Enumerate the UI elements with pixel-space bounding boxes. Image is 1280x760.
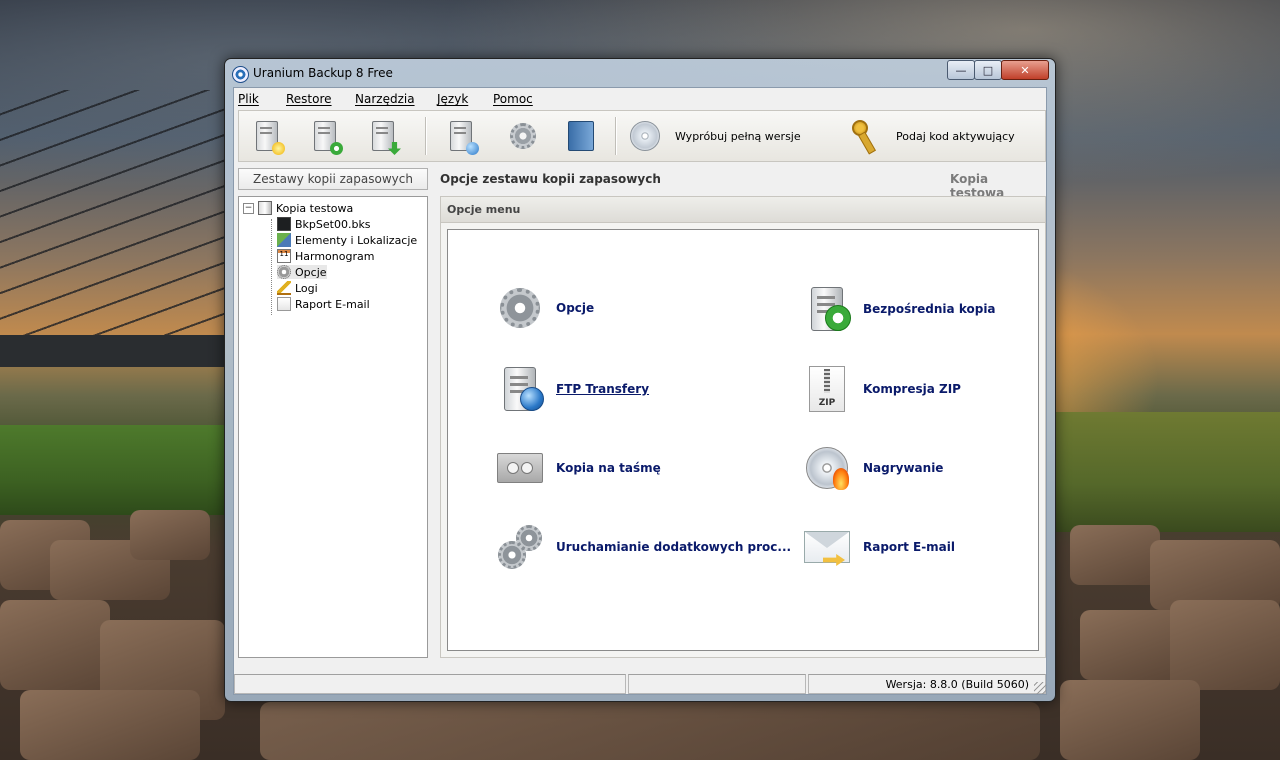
options-menu-header-label: Opcje menu [447, 203, 521, 216]
resize-grip-icon[interactable] [1034, 682, 1046, 694]
cd-icon [630, 121, 660, 151]
close-button[interactable]: ✕ [1001, 60, 1049, 80]
new-backup-icon [256, 121, 285, 155]
tree-item-email-report[interactable]: Raport E-mail [277, 297, 370, 311]
maximize-icon: □ [982, 63, 994, 77]
option-zip-compression[interactable]: ZIP Kompresja ZIP [803, 365, 961, 413]
app-window: Uranium Backup 8 Free — □ ✕ Plik Restore… [224, 58, 1056, 702]
status-panel-version: Wersja: 8.8.0 (Build 5060) [808, 674, 1046, 694]
panel-title: Opcje zestawu kopii zapasowych [440, 172, 661, 186]
ftp-button[interactable] [443, 119, 479, 155]
tree-root-node[interactable]: − Kopia testowa [243, 201, 353, 215]
option-burning[interactable]: Nagrywanie [803, 444, 943, 492]
book-icon [568, 121, 594, 151]
backup-sets-tree[interactable]: − Kopia testowa BkpSet00.bks Elementy i … [238, 196, 428, 658]
menu-language[interactable]: Język [437, 92, 468, 106]
pencil-icon [277, 281, 291, 295]
run-backup-button[interactable] [307, 119, 343, 155]
key-icon [852, 120, 882, 152]
option-email-report[interactable]: Raport E-mail [803, 523, 955, 571]
envelope-icon [804, 531, 850, 566]
toolbar: Wypróbuj pełną wersje Podaj kod aktywują… [238, 110, 1046, 162]
option-label: Nagrywanie [863, 461, 944, 475]
tree-connector [271, 219, 273, 315]
collapse-icon[interactable]: − [243, 202, 254, 214]
toolbar-separator [425, 117, 427, 155]
option-label: Bezpośrednia kopia [863, 302, 996, 316]
gear-icon [277, 265, 291, 279]
tree-item-label: Raport E-mail [295, 297, 370, 311]
file-icon [277, 217, 291, 231]
gear-icon [510, 123, 536, 149]
option-label: Opcje [556, 301, 595, 315]
maximize-button[interactable]: □ [974, 60, 1002, 80]
run-backup-icon [314, 121, 343, 155]
settings-button[interactable] [505, 119, 541, 153]
backup-set-icon [258, 201, 272, 215]
options-menu-header: Opcje menu [440, 196, 1046, 224]
envelope-icon [277, 297, 291, 311]
options-frame: Opcje Bezpośrednia kopia FTP Transfery Z… [440, 222, 1046, 658]
status-panel-2 [628, 674, 806, 694]
option-label: Uruchamianie dodatkowych proc... [556, 540, 792, 554]
option-direct-copy[interactable]: Bezpośrednia kopia [803, 285, 996, 333]
elements-icon [277, 233, 291, 247]
option-label: Raport E-mail [863, 540, 956, 554]
option-settings[interactable]: Opcje [496, 284, 594, 332]
minimize-icon: — [955, 63, 967, 77]
window-title: Uranium Backup 8 Free [253, 66, 393, 80]
help-book-button[interactable] [563, 119, 599, 153]
tree-item-logs[interactable]: Logi [277, 281, 318, 295]
option-extra-processes[interactable]: Uruchamianie dodatkowych proc... [496, 523, 791, 571]
tape-icon [497, 453, 543, 483]
restore-button[interactable] [365, 119, 401, 155]
restore-icon [372, 121, 401, 155]
close-icon: ✕ [1020, 63, 1030, 77]
option-label: Kopia na taśmę [556, 461, 661, 475]
menu-help[interactable]: Pomoc [493, 92, 533, 106]
option-label: FTP Transfery [556, 382, 650, 396]
tree-item-bks[interactable]: BkpSet00.bks [277, 217, 371, 231]
options-area: Opcje Bezpośrednia kopia FTP Transfery Z… [447, 229, 1039, 651]
calendar-icon: 11 [277, 249, 291, 263]
version-text: Wersja: 8.8.0 (Build 5060) [885, 678, 1029, 691]
title-bar[interactable]: Uranium Backup 8 Free — □ ✕ [225, 59, 1055, 87]
burn-disc-icon [803, 444, 851, 492]
client-area: Plik Restore Narzędzia Język Pomoc Wypró… [233, 87, 1047, 695]
new-backup-button[interactable] [249, 119, 285, 155]
ftp-server-icon [450, 121, 479, 155]
option-ftp-transfers[interactable]: FTP Transfery [496, 365, 649, 413]
tree-item-label: Opcje [295, 265, 327, 279]
backup-sets-header: Zestawy kopii zapasowych [238, 168, 428, 190]
ftp-icon [496, 365, 544, 413]
gear-icon [500, 288, 540, 328]
gears-icon [496, 523, 544, 571]
tree-item-label: Elementy i Lokalizacje [295, 233, 418, 247]
toolbar-separator [615, 117, 617, 155]
activation-code-button[interactable] [849, 119, 885, 153]
option-label: Kompresja ZIP [863, 382, 961, 396]
tree-item-elements[interactable]: Elementy i Lokalizacje [277, 233, 417, 247]
try-full-version-label[interactable]: Wypróbuj pełną wersje [675, 130, 801, 143]
option-tape-backup[interactable]: Kopia na taśmę [496, 444, 661, 492]
menu-restore[interactable]: Restore [286, 92, 332, 106]
tree-item-options[interactable]: Opcje [277, 265, 327, 279]
menu-tools[interactable]: Narzędzia [355, 92, 415, 106]
tree-item-label: Harmonogram [295, 249, 375, 263]
status-bar: Wersja: 8.8.0 (Build 5060) [234, 672, 1046, 694]
direct-copy-icon [803, 285, 851, 333]
app-icon [232, 66, 249, 83]
minimize-button[interactable]: — [947, 60, 975, 80]
try-full-version-button[interactable] [627, 119, 663, 153]
activation-code-label[interactable]: Podaj kod aktywujący [896, 130, 1015, 143]
tree-item-label: Logi [295, 281, 318, 295]
zip-icon: ZIP [809, 366, 845, 412]
status-panel-1 [234, 674, 626, 694]
menu-file[interactable]: Plik [238, 92, 259, 106]
tree-root-label: Kopia testowa [276, 201, 354, 215]
tree-item-schedule[interactable]: 11 Harmonogram [277, 249, 374, 263]
tree-item-label: BkpSet00.bks [295, 217, 371, 231]
menu-bar: Plik Restore Narzędzia Język Pomoc [234, 88, 1046, 110]
